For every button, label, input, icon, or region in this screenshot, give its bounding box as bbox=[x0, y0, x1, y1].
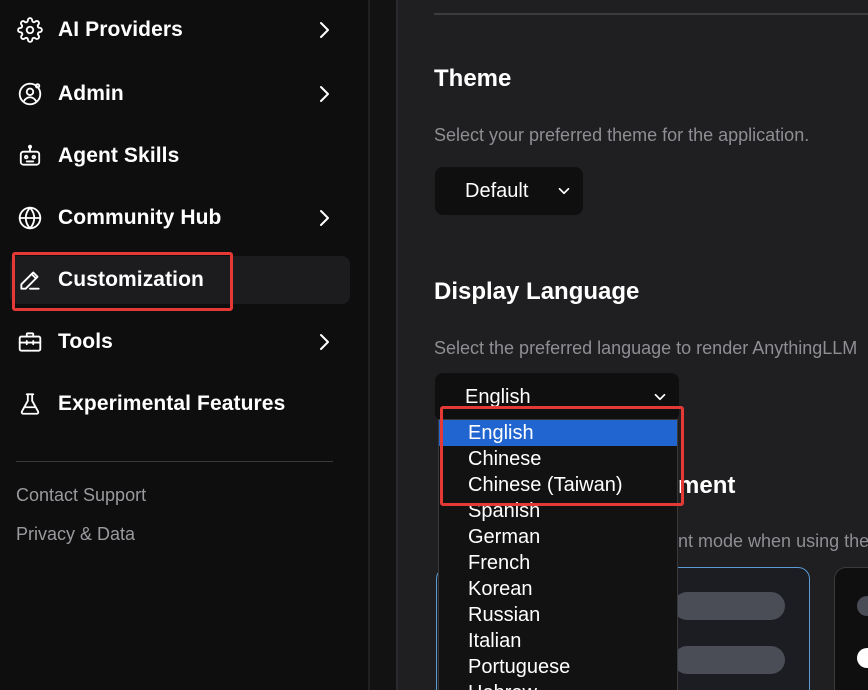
language-option-chinese-taiwan[interactable]: Chinese (Taiwan) bbox=[439, 472, 677, 498]
card-preview-dot bbox=[857, 596, 868, 616]
chevron-down-icon bbox=[555, 182, 573, 200]
chevron-right-icon bbox=[312, 330, 336, 354]
pencil-icon bbox=[16, 266, 44, 294]
language-option-portuguese[interactable]: Portuguese bbox=[439, 654, 677, 680]
display-language-title: Display Language bbox=[434, 278, 640, 305]
sidebar-item-customization[interactable]: Customization bbox=[10, 256, 350, 304]
theme-title: Theme bbox=[434, 65, 512, 92]
language-option-russian[interactable]: Russian bbox=[439, 602, 677, 628]
language-option-italian[interactable]: Italian bbox=[439, 628, 677, 654]
language-option-spanish[interactable]: Spanish bbox=[439, 498, 677, 524]
card-preview-bar bbox=[673, 592, 785, 620]
sidebar-item-label: Admin bbox=[58, 82, 124, 105]
panel-gap bbox=[370, 0, 396, 690]
sidebar-item-label: Tools bbox=[58, 330, 113, 353]
sidebar-item-label: Experimental Features bbox=[58, 392, 286, 415]
gear-icon bbox=[16, 16, 44, 44]
sidebar-item-experimental-features[interactable]: Experimental Features bbox=[10, 380, 350, 428]
app-window: AI Providers Admin Agent Skills Communit… bbox=[0, 0, 868, 690]
chevron-down-icon bbox=[651, 388, 669, 406]
card-preview-bar bbox=[673, 646, 785, 674]
language-option-english[interactable]: English bbox=[439, 420, 677, 446]
language-dropdown-list: English Chinese Chinese (Taiwan) Spanish… bbox=[438, 419, 678, 690]
chat-mode-title-fragment: ment bbox=[678, 472, 736, 499]
language-select[interactable]: English bbox=[435, 373, 679, 421]
top-divider bbox=[434, 13, 868, 15]
language-option-hebrew[interactable]: Hebrew bbox=[439, 680, 677, 690]
flask-icon bbox=[16, 390, 44, 418]
sidebar-item-tools[interactable]: Tools bbox=[10, 318, 350, 366]
card-preview-dot bbox=[857, 648, 868, 668]
language-option-chinese[interactable]: Chinese bbox=[439, 446, 677, 472]
chevron-right-icon bbox=[312, 18, 336, 42]
sidebar-item-ai-providers[interactable]: AI Providers bbox=[10, 6, 350, 54]
sidebar-item-label: AI Providers bbox=[58, 18, 183, 41]
sidebar-item-label: Agent Skills bbox=[58, 144, 180, 167]
theme-select-value: Default bbox=[465, 179, 529, 202]
sidebar-item-agent-skills[interactable]: Agent Skills bbox=[10, 132, 350, 180]
chat-mode-description-fragment: nt mode when using the bbox=[678, 531, 868, 551]
theme-select[interactable]: Default bbox=[435, 167, 583, 215]
contact-support-link[interactable]: Contact Support bbox=[16, 485, 146, 506]
sidebar-divider bbox=[16, 461, 333, 462]
language-option-korean[interactable]: Korean bbox=[439, 576, 677, 602]
globe-icon bbox=[16, 204, 44, 232]
chevron-right-icon bbox=[312, 82, 336, 106]
sidebar-item-admin[interactable]: Admin bbox=[10, 70, 350, 118]
user-gear-icon bbox=[16, 80, 44, 108]
sidebar-item-community-hub[interactable]: Community Hub bbox=[10, 194, 350, 242]
privacy-data-link[interactable]: Privacy & Data bbox=[16, 524, 135, 545]
toolbox-icon bbox=[16, 328, 44, 356]
sidebar-item-label: Community Hub bbox=[58, 206, 222, 229]
chat-mode-card[interactable] bbox=[834, 567, 868, 690]
language-option-french[interactable]: French bbox=[439, 550, 677, 576]
language-select-value: English bbox=[465, 385, 531, 408]
robot-icon bbox=[16, 142, 44, 170]
sidebar-item-label: Customization bbox=[58, 268, 204, 291]
sidebar: AI Providers Admin Agent Skills Communit… bbox=[0, 0, 368, 690]
theme-description: Select your preferred theme for the appl… bbox=[434, 125, 810, 145]
chevron-right-icon bbox=[312, 206, 336, 230]
display-language-description: Select the preferred language to render … bbox=[434, 338, 858, 358]
language-option-german[interactable]: German bbox=[439, 524, 677, 550]
